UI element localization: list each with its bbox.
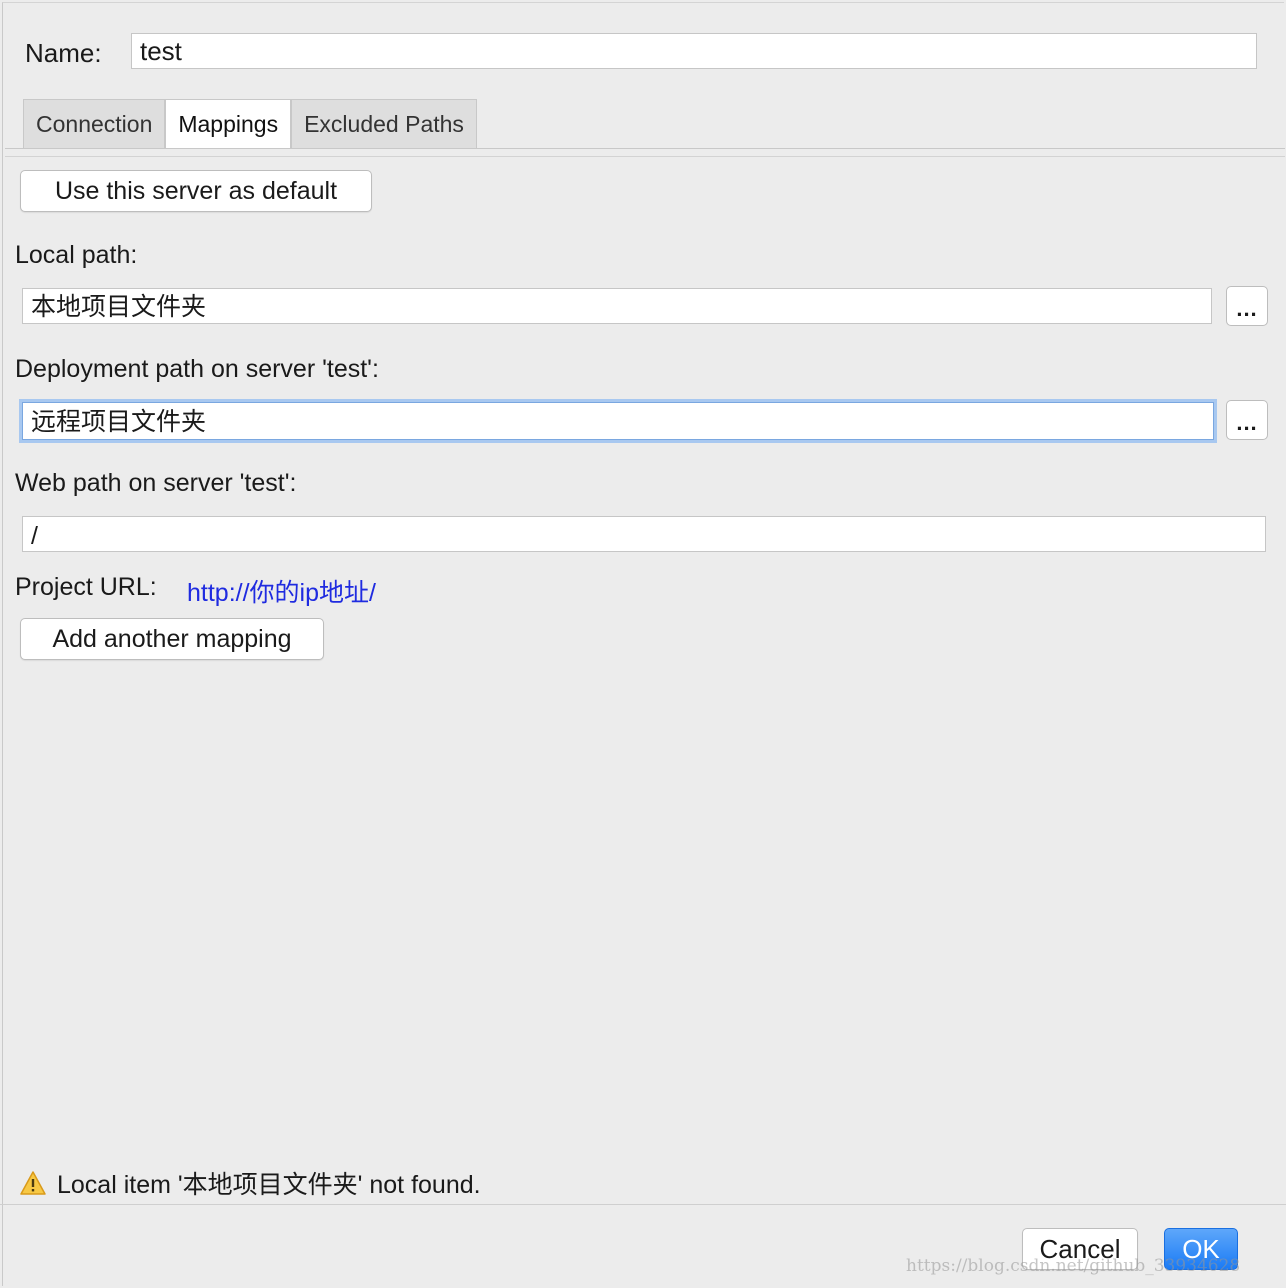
watermark: https://blog.csdn.net/github_33934628: [906, 1256, 1241, 1276]
name-input[interactable]: test: [131, 33, 1257, 69]
warning-row: Local item '本地项目文件夹' not found.: [19, 1163, 481, 1203]
project-url-link[interactable]: http://你的ip地址/: [187, 573, 376, 609]
deployment-path-label: Deployment path on server 'test':: [15, 355, 379, 383]
add-mapping-button[interactable]: Add another mapping: [20, 618, 324, 660]
tab-excluded-paths[interactable]: Excluded Paths: [291, 99, 477, 149]
tab-divider: [5, 148, 1285, 149]
use-as-default-button[interactable]: Use this server as default: [20, 170, 372, 212]
deployment-dialog: Name: test Connection Mappings Excluded …: [2, 2, 1285, 1286]
deployment-path-browse-button[interactable]: ...: [1226, 400, 1268, 440]
deployment-path-input[interactable]: 远程项目文件夹: [22, 402, 1214, 440]
warning-text: Local item '本地项目文件夹' not found.: [57, 1171, 481, 1199]
tab-mappings[interactable]: Mappings: [165, 99, 292, 149]
web-path-input[interactable]: /: [22, 516, 1266, 552]
warning-icon: [20, 1171, 46, 1195]
name-row: Name: test: [25, 33, 1261, 73]
local-path-input[interactable]: 本地项目文件夹: [22, 288, 1212, 324]
local-path-browse-button[interactable]: ...: [1226, 286, 1268, 326]
project-url-label: Project URL:: [15, 573, 157, 601]
name-label: Name:: [25, 37, 102, 68]
web-path-label: Web path on server 'test':: [15, 469, 297, 497]
footer-divider: [0, 1204, 1286, 1205]
tab-panel-border: [5, 156, 1285, 157]
tab-connection[interactable]: Connection: [23, 99, 166, 149]
tab-bar: Connection Mappings Excluded Paths: [23, 99, 477, 149]
local-path-label: Local path:: [15, 241, 138, 269]
